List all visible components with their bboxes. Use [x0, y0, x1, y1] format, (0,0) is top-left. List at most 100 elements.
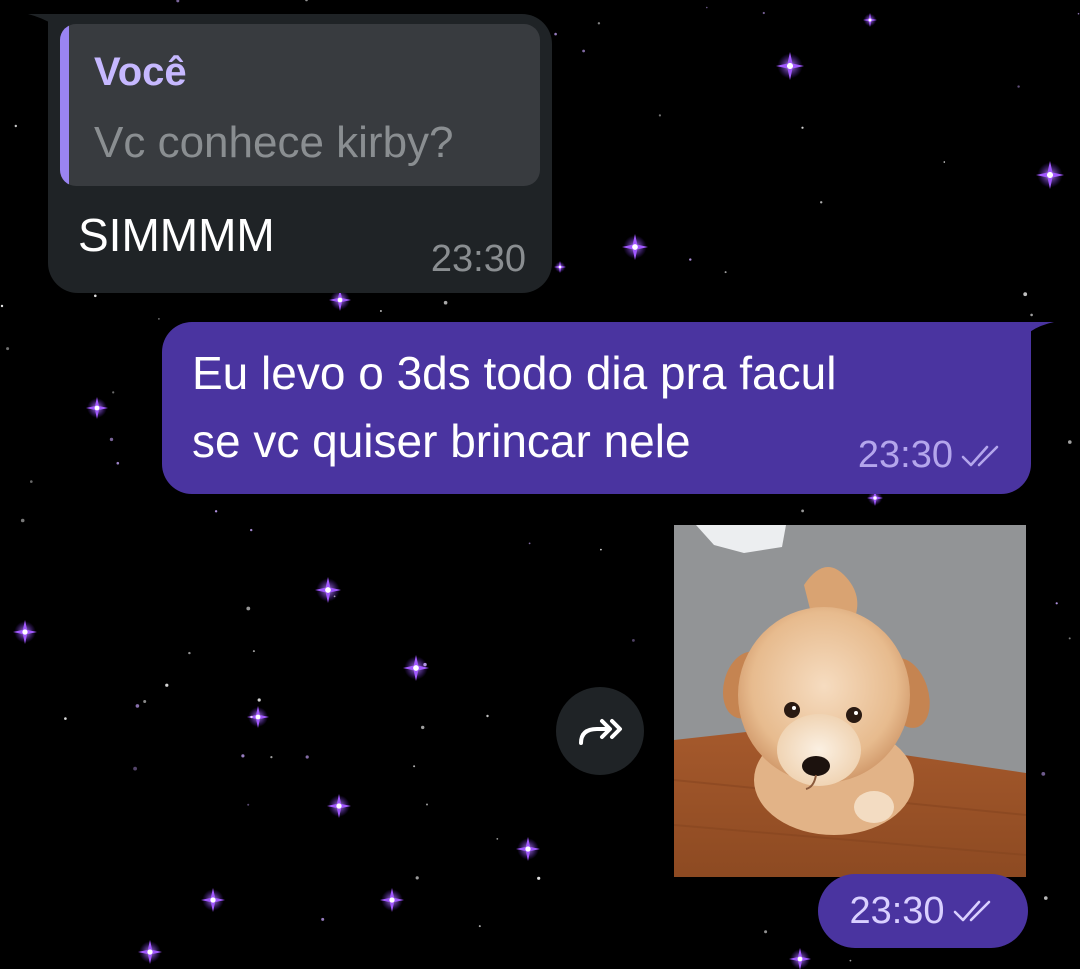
sparkle-core — [147, 949, 153, 955]
sparkle-core — [786, 62, 794, 70]
tiny-star — [135, 704, 140, 708]
tiny-star — [426, 803, 428, 806]
tiny-star — [689, 258, 692, 261]
tiny-star — [528, 542, 531, 545]
media-message-time: 23:30 — [849, 889, 945, 932]
tiny-star — [165, 683, 169, 687]
sparkle-core — [22, 629, 28, 635]
tiny-star — [658, 114, 662, 117]
tiny-star — [486, 714, 489, 718]
tiny-star — [496, 838, 499, 840]
double-check-icon — [961, 445, 999, 466]
tiny-star — [112, 391, 115, 394]
tiny-star — [600, 548, 602, 551]
tiny-star — [632, 639, 635, 642]
tiny-star — [214, 510, 218, 513]
tiny-star — [1017, 85, 1020, 88]
tiny-star — [537, 876, 541, 880]
puppy-image — [674, 525, 1026, 877]
tiny-star — [415, 876, 419, 880]
tiny-star — [762, 11, 765, 15]
sparkle-core — [94, 405, 100, 411]
outgoing-message-line2: se vc quiser brincar nele — [192, 415, 691, 467]
tiny-star — [143, 700, 147, 703]
tiny-star — [20, 518, 25, 523]
sparkle-core — [632, 244, 638, 250]
reply-author: Você — [94, 50, 187, 94]
outgoing-message-time: 23:30 — [857, 434, 953, 476]
tiny-star — [6, 347, 10, 351]
tiny-star — [94, 294, 97, 298]
tiny-star — [188, 651, 191, 655]
sparkle-core — [525, 846, 531, 852]
tiny-star — [801, 126, 804, 129]
tiny-star — [423, 662, 427, 667]
tiny-star — [176, 0, 180, 3]
double-check-icon — [953, 900, 990, 922]
sparkle-core — [325, 587, 331, 593]
tiny-star — [764, 930, 768, 934]
tiny-star — [158, 318, 160, 320]
reply-quote[interactable]: Você Vc conhece kirby? — [60, 24, 540, 186]
tiny-star — [14, 124, 17, 128]
forward-button[interactable] — [556, 687, 644, 775]
forward-icon — [579, 719, 622, 745]
tiny-star — [1044, 896, 1048, 900]
outgoing-message-bubble[interactable]: Eu levo o 3ds todo dia pra facul se vc q… — [162, 322, 1031, 494]
tiny-star — [849, 959, 852, 962]
tiny-star — [0, 304, 4, 308]
tiny-star — [1068, 637, 1071, 640]
tiny-star — [241, 754, 245, 758]
reply-text: Vc conhece kirby? — [94, 118, 454, 167]
tiny-star — [333, 595, 336, 598]
tiny-star — [820, 201, 823, 204]
tiny-star — [1041, 772, 1046, 776]
tiny-star — [706, 6, 708, 9]
tiny-star — [116, 461, 120, 465]
incoming-message-bubble[interactable]: Você Vc conhece kirby? SIMMMM 23:30 — [48, 14, 552, 293]
tiny-star — [30, 480, 33, 483]
tiny-star — [257, 698, 261, 702]
tiny-star — [109, 437, 114, 442]
tiny-star — [943, 161, 946, 163]
tiny-star — [247, 803, 250, 806]
outgoing-message-line1: Eu levo o 3ds todo dia pra facul — [192, 347, 837, 399]
sparkle-core — [337, 297, 343, 303]
tiny-star — [1068, 440, 1072, 444]
tiny-star — [421, 725, 425, 730]
tiny-star — [1023, 292, 1028, 297]
tiny-star — [1055, 602, 1058, 605]
tiny-star — [1030, 313, 1033, 317]
tiny-star — [443, 300, 448, 305]
sparkle-core — [389, 897, 395, 903]
tiny-star — [724, 271, 727, 274]
tiny-star — [64, 717, 67, 720]
media-time-pill: 23:30 — [818, 874, 1028, 948]
puppy-gif[interactable] — [674, 525, 1026, 877]
sparkle-core — [873, 496, 877, 500]
tiny-star — [270, 756, 273, 759]
tiny-star — [250, 528, 253, 532]
tiny-star — [321, 917, 325, 921]
tiny-star — [597, 22, 601, 25]
tiny-star — [478, 925, 481, 928]
sparkle-core — [413, 665, 419, 671]
tiny-star — [252, 650, 255, 653]
outgoing-message-meta: 23:30 — [858, 434, 1005, 477]
tiny-star — [133, 766, 138, 771]
reply-accent-bar — [60, 24, 69, 186]
tiny-star — [1077, 12, 1080, 15]
incoming-message-text: SIMMMM — [78, 209, 275, 261]
tiny-star — [305, 0, 308, 2]
sparkle-core — [797, 956, 803, 962]
sparkle-core — [1046, 171, 1054, 179]
sparkle-core — [210, 897, 216, 903]
tiny-star — [413, 765, 416, 768]
tiny-star — [250, 715, 253, 719]
sparkle-core — [255, 714, 261, 720]
tiny-star — [246, 606, 251, 611]
sparkle-core — [558, 265, 562, 269]
sparkle-core — [336, 803, 342, 809]
tiny-star — [582, 49, 585, 53]
tiny-star — [801, 509, 804, 513]
